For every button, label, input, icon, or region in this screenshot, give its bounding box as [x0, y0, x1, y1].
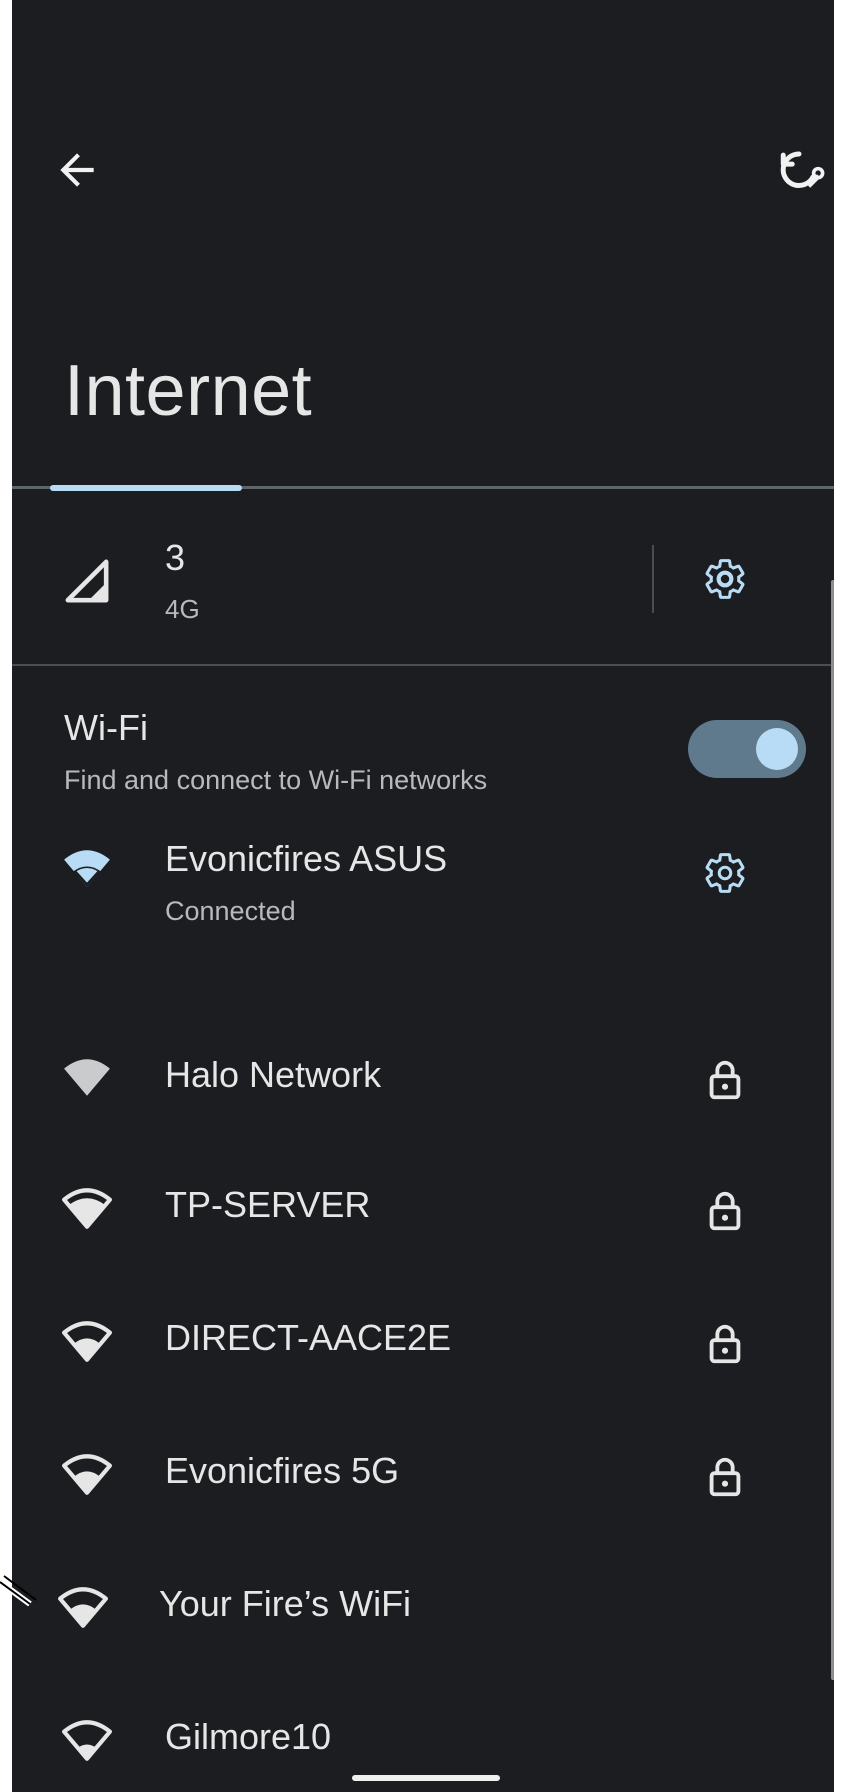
carrier-name: 3: [165, 537, 186, 578]
wifi-toggle[interactable]: [688, 720, 806, 778]
network-row-evonicfires-5g[interactable]: Evonicfires 5G: [12, 1414, 834, 1544]
gesture-home-bar[interactable]: [352, 1775, 500, 1781]
network-settings-button[interactable]: [702, 850, 748, 896]
network-status: Connected: [165, 896, 296, 926]
wifi-1-icon: [62, 1720, 112, 1761]
network-type: 4G: [165, 594, 200, 624]
lock-icon: [709, 1191, 741, 1231]
mobile-settings-button[interactable]: [702, 556, 748, 602]
network-name: Halo Network: [165, 1054, 382, 1095]
section-divider: [12, 664, 834, 666]
scrollbar[interactable]: [831, 580, 834, 1680]
wifi-2-icon: [62, 1321, 112, 1362]
top-app-bar: [12, 0, 834, 340]
network-row-evonicfires-asus[interactable]: Evonicfires ASUS Connected: [12, 790, 834, 926]
progress-indicator: [50, 485, 242, 491]
network-row-halo-network[interactable]: Halo Network: [12, 1015, 834, 1145]
network-name: TP-SERVER: [165, 1184, 371, 1225]
lock-icon: [709, 1457, 741, 1497]
pointer-arrow-icon: [0, 1575, 37, 1607]
lock-icon: [709, 1324, 741, 1364]
arrow-back-icon: [60, 153, 94, 187]
wifi-3-icon: [62, 1188, 112, 1229]
reset-settings-icon: [780, 151, 825, 188]
reset-network-button[interactable]: [772, 145, 832, 205]
wifi-2-icon: [58, 1587, 108, 1628]
internet-screen: Internet 3 4G Wi-Fi Find and connect to …: [12, 0, 834, 1792]
wifi-full-icon: [64, 1059, 110, 1096]
network-row-tp-server[interactable]: TP-SERVER: [12, 1148, 834, 1278]
toggle-knob: [756, 728, 798, 770]
network-name: Your Fire’s WiFi: [159, 1583, 412, 1624]
wifi-2-icon: [62, 1454, 112, 1495]
cell-signal-icon: [65, 559, 109, 603]
network-name: Evonicfires 5G: [165, 1450, 400, 1491]
page-title: Internet: [64, 351, 313, 431]
gear-icon: [705, 559, 745, 599]
lock-icon: [709, 1060, 741, 1100]
back-button[interactable]: [52, 145, 102, 195]
network-name: Evonicfires ASUS: [165, 838, 448, 879]
network-name: DIRECT-AACE2E: [165, 1317, 452, 1358]
network-row-your-fires-wifi[interactable]: Your Fire’s WiFi: [12, 1547, 834, 1677]
vertical-divider: [652, 545, 654, 613]
wifi-title: Wi-Fi: [64, 707, 148, 748]
network-row-direct-aace2e[interactable]: DIRECT-AACE2E: [12, 1281, 834, 1411]
wifi-full-icon: [64, 850, 110, 887]
network-name: Gilmore10: [165, 1716, 332, 1757]
gear-icon: [705, 853, 745, 893]
